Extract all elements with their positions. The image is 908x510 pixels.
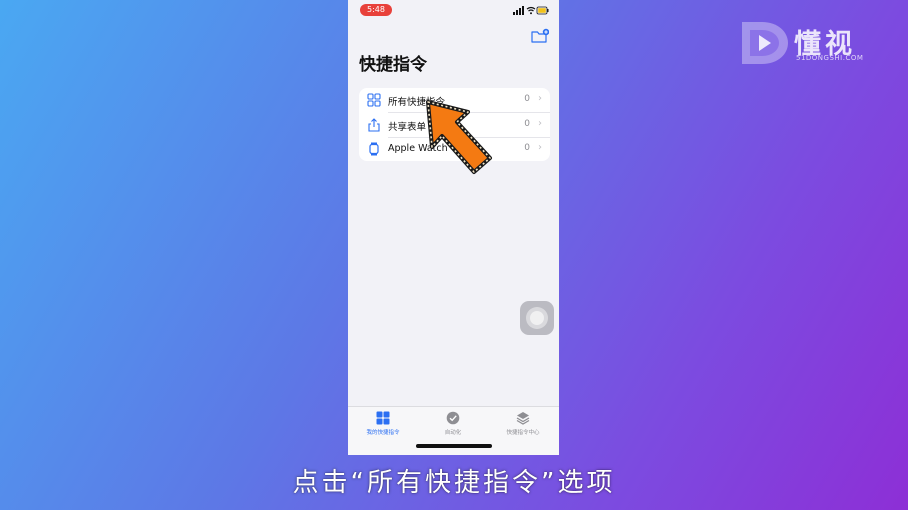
list-item-count: 0 bbox=[524, 143, 530, 153]
layers-icon bbox=[516, 412, 530, 425]
instruction-caption: 点击“所有快捷指令”选项 bbox=[292, 468, 616, 498]
new-folder-button[interactable] bbox=[531, 28, 549, 44]
grid-icon bbox=[367, 93, 381, 107]
tab-label: 快捷指令中心 bbox=[506, 430, 540, 436]
tab-label: 自动化 bbox=[444, 430, 462, 436]
wifi-icon bbox=[526, 6, 536, 15]
tab-gallery[interactable]: 快捷指令中心 bbox=[488, 411, 558, 441]
list-item-count: 0 bbox=[524, 119, 530, 129]
battery-icon bbox=[536, 6, 549, 15]
tab-automation[interactable]: 自动化 bbox=[418, 411, 488, 441]
pointer-arrow-icon bbox=[426, 100, 492, 174]
home-indicator bbox=[416, 444, 492, 448]
status-icons bbox=[513, 6, 549, 15]
tab-my-shortcuts[interactable]: 我的快捷指令 bbox=[348, 411, 418, 441]
watch-icon bbox=[369, 142, 379, 156]
watermark: 懂视 51DONGSHI.COM bbox=[740, 20, 880, 66]
chevron-right-icon: › bbox=[538, 142, 542, 153]
automation-check-icon bbox=[446, 411, 460, 425]
brand-logo-icon bbox=[742, 22, 788, 64]
assistive-touch-button[interactable] bbox=[520, 301, 554, 335]
phone-screen: 5:48 快捷指令 所有快捷指令 0 › 共享表单 0 › Apple Watc… bbox=[348, 0, 559, 455]
grid-icon bbox=[376, 411, 390, 425]
watermark-url: 51DONGSHI.COM bbox=[796, 54, 864, 62]
page-title: 快捷指令 bbox=[359, 55, 427, 75]
list-item-count: 0 bbox=[524, 94, 530, 104]
share-icon bbox=[368, 118, 380, 132]
signal-icon bbox=[513, 6, 524, 15]
chevron-right-icon: › bbox=[538, 118, 542, 129]
chevron-right-icon: › bbox=[538, 93, 542, 104]
tab-label: 我的快捷指令 bbox=[366, 430, 400, 436]
status-bar: 5:48 bbox=[348, 0, 559, 20]
status-time: 5:48 bbox=[360, 4, 392, 16]
